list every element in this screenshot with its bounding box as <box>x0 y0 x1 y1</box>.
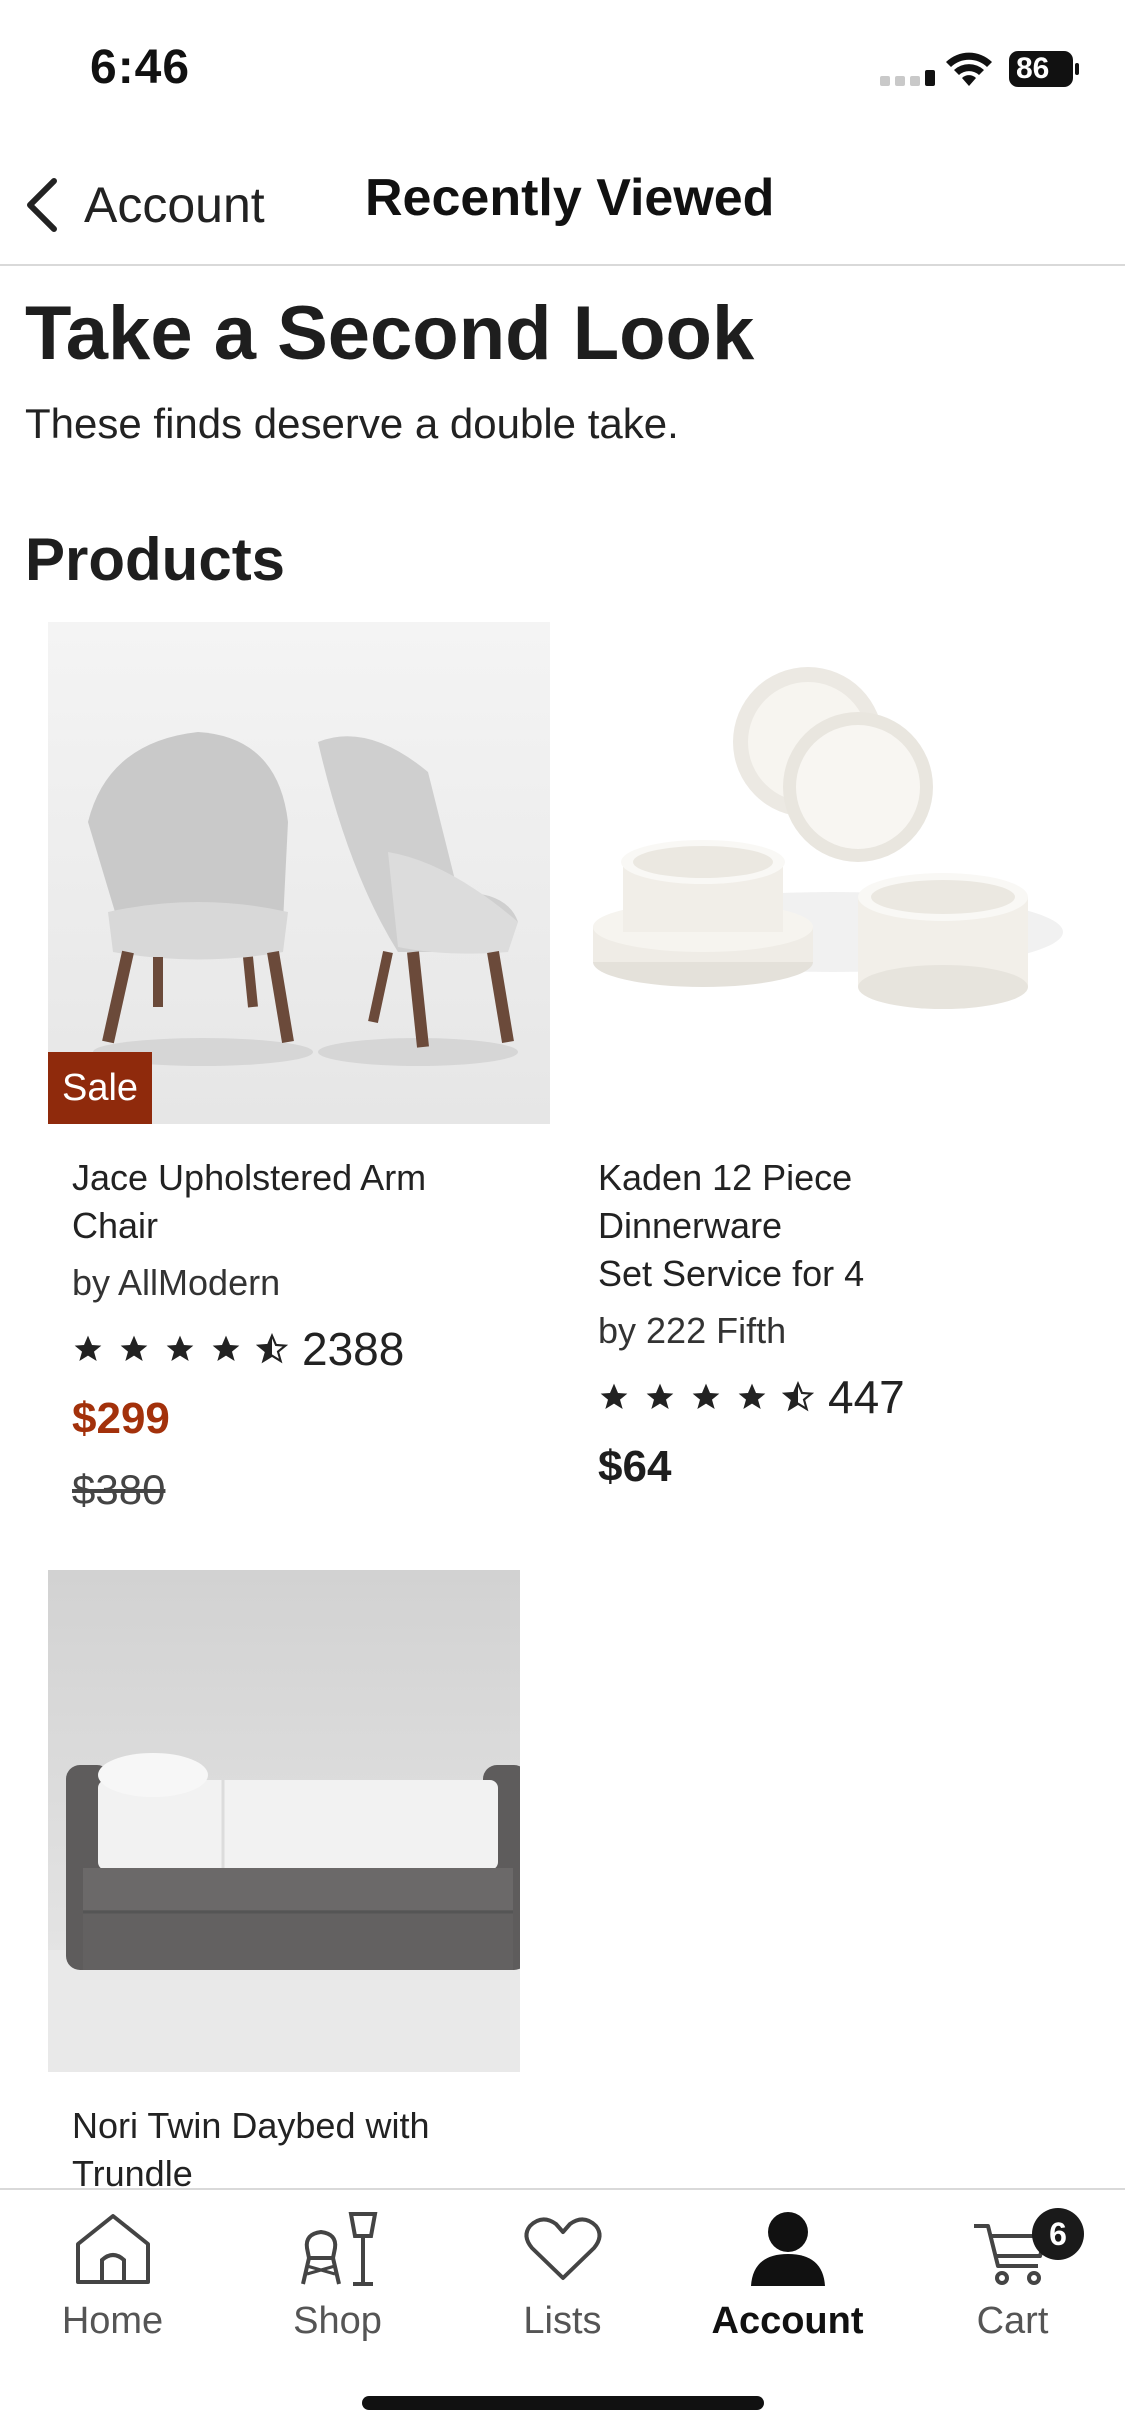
product-name-line: Jace Upholstered Arm <box>72 1157 427 1198</box>
tab-home[interactable]: Home <box>0 2208 225 2343</box>
product-card-1[interactable]: Sale Jace Upholstered Arm Chair by AllMo… <box>0 622 550 1522</box>
dinnerware-illustration <box>593 667 1063 1009</box>
status-bar: 6:46 86 <box>0 0 1125 140</box>
rating: 2388 <box>72 1322 512 1376</box>
cellular-signal-icon <box>880 70 935 86</box>
tab-cart[interactable]: 6 Cart <box>900 2208 1125 2343</box>
star-full-icon <box>692 1383 720 1409</box>
status-time: 6:46 <box>90 41 191 94</box>
tab-lists[interactable]: Lists <box>450 2208 675 2343</box>
star-full-icon <box>600 1383 628 1409</box>
product-image-arm-chairs[interactable]: Sale <box>48 622 550 1124</box>
star-half-icon <box>782 1381 814 1412</box>
page-title: Take a Second Look <box>25 291 755 376</box>
product-details: Jace Upholstered Arm Chair by AllModern … <box>72 1154 512 1514</box>
product-image-daybed[interactable] <box>48 1570 520 2072</box>
sale-badge: Sale <box>48 1052 153 1124</box>
home-icon <box>75 2214 150 2284</box>
product-name-line: Kaden 12 Piece Dinnerware <box>598 1157 853 1246</box>
tab-account[interactable]: Account <box>675 2208 900 2343</box>
product-name-line: Trundle <box>72 2153 193 2188</box>
product-details: Kaden 12 Piece Dinnerware Set Service fo… <box>598 1154 1038 1492</box>
product-image-dinnerware[interactable] <box>573 622 1075 1124</box>
review-count: 2388 <box>302 1323 405 1375</box>
product-name-line: Chair <box>72 1205 159 1246</box>
product-brand: by 222 Fifth <box>598 1310 787 1351</box>
product-name-line: Nori Twin Daybed with <box>72 2105 430 2146</box>
product-name[interactable]: Kaden 12 Piece Dinnerware Set Service fo… <box>598 1154 1038 1298</box>
star-half-icon <box>256 1333 288 1364</box>
star-full-icon <box>74 1335 102 1361</box>
product-card-2[interactable]: Kaden 12 Piece Dinnerware Set Service fo… <box>527 622 1075 1522</box>
heart-icon <box>524 2217 601 2280</box>
product-name[interactable]: Jace Upholstered Arm Chair <box>72 1154 512 1250</box>
back-button[interactable]: Account <box>22 170 265 240</box>
star-rating <box>72 1333 288 1365</box>
star-full-icon <box>738 1383 766 1409</box>
star-full-icon <box>166 1335 194 1361</box>
home-indicator[interactable] <box>362 2396 764 2410</box>
star-full-icon <box>646 1383 674 1409</box>
navigation-header: Account Recently Viewed <box>0 140 1125 266</box>
battery-icon: 86 <box>1008 50 1080 88</box>
star-full-icon <box>212 1335 240 1361</box>
star-rating <box>598 1381 814 1413</box>
original-price: $380 <box>72 1466 166 1513</box>
product-name[interactable]: Nori Twin Daybed with Trundle <box>72 2102 512 2188</box>
price: $64 <box>598 1442 672 1491</box>
wifi-icon <box>946 52 992 86</box>
tab-label: Cart <box>976 2300 1049 2342</box>
shop-icon <box>300 2212 377 2286</box>
tab-label: Lists <box>523 2300 602 2342</box>
rating: 447 <box>598 1370 1038 1424</box>
tab-shop[interactable]: Shop <box>225 2208 450 2343</box>
daybed-illustration <box>48 1753 520 2072</box>
product-brand: by AllModern <box>72 1262 281 1303</box>
back-label: Account <box>84 177 265 233</box>
page-subtitle: These finds deserve a double take. <box>25 400 679 447</box>
chair-illustration <box>88 732 518 1066</box>
battery-level: 86 <box>1016 52 1050 85</box>
account-icon <box>750 2212 825 2286</box>
page-header-title: Recently Viewed <box>365 169 775 227</box>
tab-label: Shop <box>293 2300 382 2342</box>
chevron-left-icon <box>27 178 57 232</box>
cart-count-badge: 6 <box>1032 2208 1084 2260</box>
tab-label: Home <box>61 2300 164 2342</box>
star-full-icon <box>120 1335 148 1361</box>
product-details: Nori Twin Daybed with Trundle <box>72 2102 512 2188</box>
product-card-3[interactable]: Nori Twin Daybed with Trundle <box>0 1570 520 2188</box>
review-count: 447 <box>828 1371 905 1423</box>
sale-price: $299 <box>72 1394 170 1443</box>
tab-label: Account <box>711 2300 864 2342</box>
section-title-products: Products <box>25 526 286 593</box>
product-name-line: Set Service for 4 <box>598 1253 865 1294</box>
